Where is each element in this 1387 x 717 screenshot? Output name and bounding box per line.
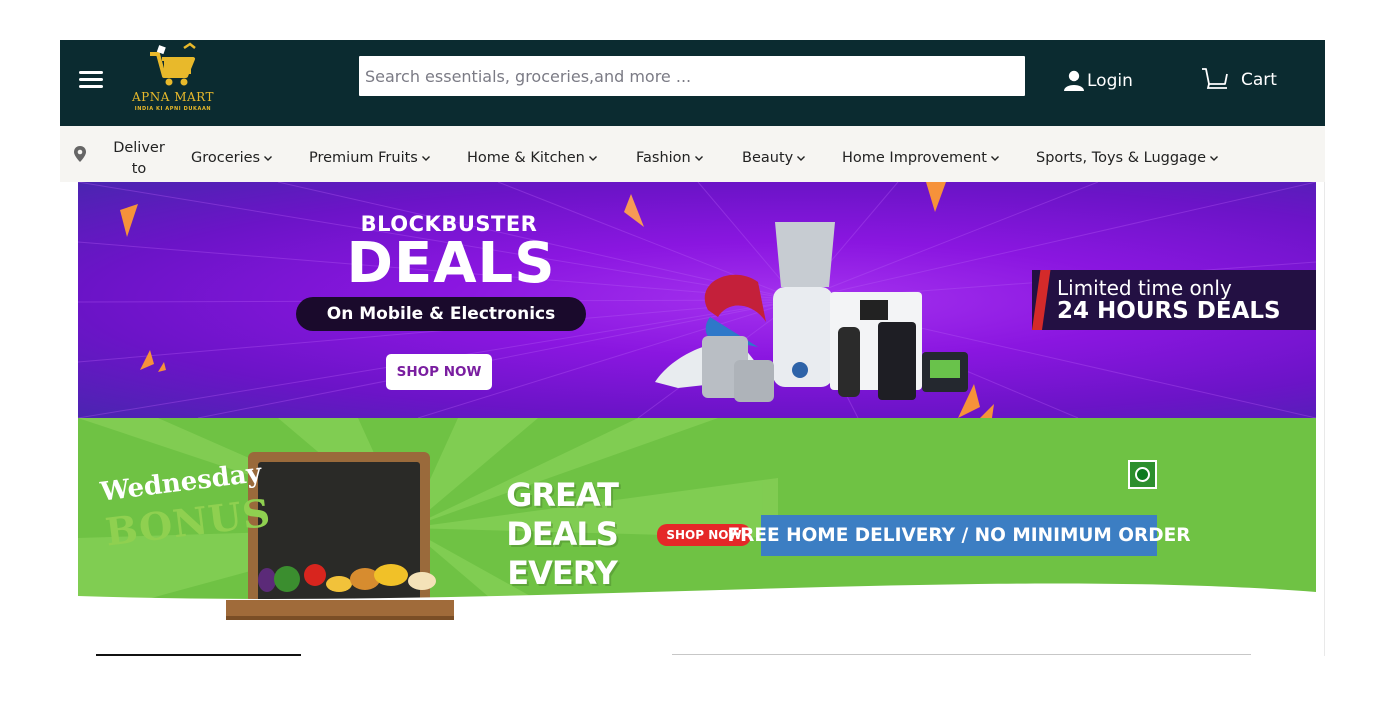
nav-item-label: Beauty (742, 150, 794, 166)
shop-now-button[interactable]: SHOP NOW (386, 354, 492, 390)
nav-item-sports-toys-luggage[interactable]: Sports, Toys & Luggage (1036, 150, 1219, 166)
hours-deals-text: 24 HOURS DEALS (1057, 298, 1281, 324)
nav-item-beauty[interactable]: Beauty (742, 150, 806, 166)
nav-item-label: Groceries (191, 150, 261, 166)
banner-headline: DEALS (346, 231, 556, 296)
logo-tagline: INDIA KI APNI DUKAAN (134, 106, 212, 112)
nav-item-label: Premium Fruits (309, 150, 418, 166)
nav-item-fashion[interactable]: Fashion (636, 150, 704, 166)
limited-time-text: Limited time only (1057, 276, 1232, 300)
nav-item-label: Home Improvement (842, 150, 987, 166)
login-button[interactable]: Login (1064, 68, 1133, 94)
nav-item-groceries[interactable]: Groceries (191, 150, 273, 166)
shopping-cart-icon (150, 42, 196, 86)
location-pin-icon[interactable] (73, 146, 87, 162)
deliver-line-2: to (131, 161, 147, 177)
hamburger-icon[interactable] (79, 70, 103, 90)
cart-icon (1202, 68, 1228, 89)
veg-mark-icon (1128, 460, 1157, 489)
page-frame: APNA MART INDIA KI APNI DUKAAN Login Car… (60, 40, 1325, 656)
logo-name: APNA MART (132, 90, 215, 104)
deliver-line-1: Deliver (113, 140, 165, 156)
search-input[interactable] (359, 56, 1025, 96)
section-divider (672, 654, 1251, 655)
page-divider (1324, 182, 1325, 656)
chevron-down-icon (797, 156, 806, 161)
nav-item-home-kitchen[interactable]: Home & Kitchen (467, 150, 598, 166)
cart-label: Cart (1241, 70, 1277, 90)
chevron-down-icon (1210, 156, 1219, 161)
free-delivery-banner: FREE HOME DELIVERY / NO MINIMUM ORDER (728, 515, 1191, 556)
chevron-down-icon (990, 156, 999, 161)
nav-item-label: Fashion (636, 150, 691, 166)
wooden-tray-front (226, 600, 454, 620)
logo[interactable]: APNA MART INDIA KI APNI DUKAAN (128, 42, 218, 118)
header: APNA MART INDIA KI APNI DUKAAN Login Car… (60, 40, 1325, 126)
nav-item-label: Home & Kitchen (467, 150, 585, 166)
nav-item-home-improvement[interactable]: Home Improvement (842, 150, 1000, 166)
limited-time-badge: Limited time only 24 HOURS DEALS (1032, 270, 1316, 330)
user-icon (1064, 70, 1084, 91)
nav-item-label: Sports, Toys & Luggage (1036, 150, 1207, 166)
chevron-down-icon (421, 156, 430, 161)
wednesday-bonus-banner[interactable]: Wednesday BONUS GREAT DEALS EVERY WEDNES… (78, 418, 1316, 656)
banner-subtitle: On Mobile & Electronics (296, 297, 586, 331)
chevron-down-icon (588, 156, 597, 161)
login-label: Login (1087, 71, 1133, 91)
nav-item-premium-fruits[interactable]: Premium Fruits (309, 150, 431, 166)
chevron-down-icon (694, 156, 703, 161)
electronics-deals-banner[interactable]: BLOCKBUSTER DEALS On Mobile & Electronic… (78, 182, 1316, 418)
deliver-to-link[interactable]: Deliver to (110, 138, 168, 180)
badge-stripe (1032, 270, 1051, 330)
cart-button[interactable]: Cart (1201, 66, 1277, 94)
section-underline (96, 654, 301, 656)
category-nav: Deliver to Groceries Premium Fruits Home… (60, 126, 1325, 182)
chevron-down-icon (264, 156, 273, 161)
